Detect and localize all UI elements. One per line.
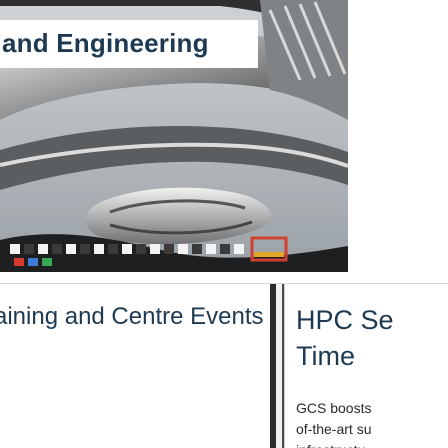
card-title-line: HPC Se xyxy=(296,305,394,335)
hero-title-banner: and Engineering xyxy=(0,20,258,68)
card-title[interactable]: aining and Centre Events xyxy=(0,303,264,331)
hero-photo[interactable]: and Engineering xyxy=(0,0,348,272)
card-excerpt-line: GCS boosts xyxy=(296,400,372,416)
card-excerpt-line: of-the-art su xyxy=(296,421,372,437)
card-excerpt: GCS boosts of-the-art su infrastructu xyxy=(296,398,448,448)
news-card-hpc[interactable]: HPC Se Time GCS boosts of-the-art su inf… xyxy=(284,284,448,448)
hero-section: and Engineering xyxy=(0,0,448,272)
card-title[interactable]: HPC Se Time xyxy=(296,302,448,374)
card-excerpt-line: infrastructu xyxy=(296,440,448,448)
news-card-events[interactable]: aining and Centre Events xyxy=(0,284,272,448)
card-border xyxy=(284,284,285,448)
hero-title: and Engineering xyxy=(2,28,209,58)
card-title-line: Time xyxy=(296,341,355,371)
